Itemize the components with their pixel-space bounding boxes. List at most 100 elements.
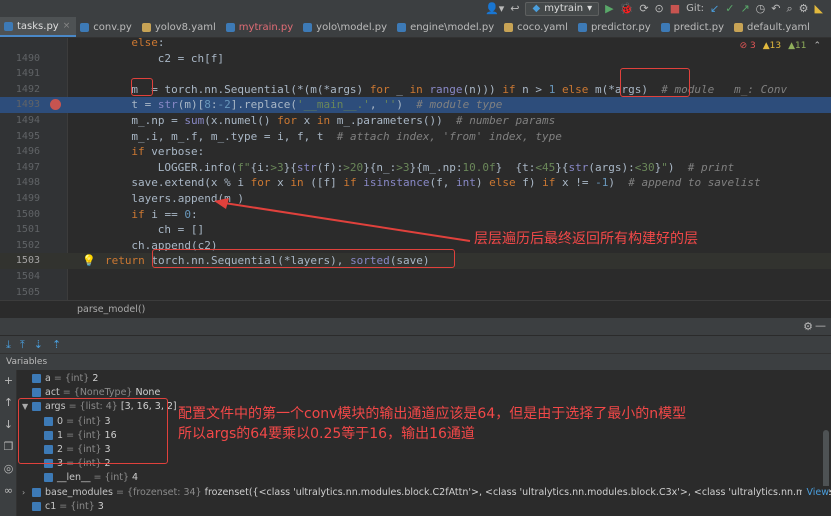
variable-type: = {int}: [56, 500, 98, 512]
variable-value: 3: [97, 500, 104, 512]
debug-icon[interactable]: 🐞: [620, 3, 634, 14]
expand-arrow-icon[interactable]: ›: [22, 486, 32, 500]
variable-row[interactable]: __len__ = {int} 4: [34, 471, 138, 485]
ide-window: 👤▾ ↩ ◆ mytrain ▾ ▶ 🐞 ⟳ ⊙ ■ Git: ↙ ✓ ↗ ◷ …: [0, 0, 831, 516]
line-number: [0, 38, 40, 51]
stop-icon[interactable]: ■: [670, 3, 680, 14]
breadcrumb[interactable]: parse_model(): [0, 300, 831, 318]
file-icon: [660, 22, 670, 32]
tab-label: default.yaml: [747, 21, 810, 33]
file-icon: [577, 22, 587, 32]
user-icon[interactable]: 👤▾: [485, 3, 504, 14]
editor-tab-bar: 👤▾ ↩ ◆ mytrain ▾ ▶ 🐞 ⟳ ⊙ ■ Git: ↙ ✓ ↗ ◷ …: [0, 0, 831, 38]
code-text: ch = []: [157, 223, 205, 237]
tab-label: yolo\model.py: [316, 21, 388, 33]
code-text: else:: [131, 38, 165, 49]
code-text: layers.append(m_): [131, 192, 244, 205]
step-into-icon[interactable]: ⤒: [20, 338, 25, 352]
code-line[interactable]: layers.append(m_): [0, 191, 831, 207]
variable-name: act: [45, 387, 60, 399]
copy-icon[interactable]: ❐: [0, 436, 17, 458]
code-text: m_.i, m_.f, m_.type = i, f, t # attach i…: [131, 129, 562, 143]
code-line[interactable]: save.extend(x % i for x in ([f] if isins…: [0, 175, 831, 191]
variable-icon: [32, 501, 41, 511]
chevron-down-icon: ▾: [587, 3, 593, 14]
minimize-icon[interactable]: —: [815, 319, 826, 332]
history-icon[interactable]: ◷: [756, 3, 766, 14]
tab-mytrain-py[interactable]: mytrain.py: [222, 17, 299, 37]
line-number: 1502: [15, 239, 40, 251]
lightbulb-icon[interactable]: 💡: [82, 254, 96, 267]
debug-toolbar: ⤓ ⤒ ⇣ ⇡: [0, 336, 831, 354]
step-over-icon[interactable]: ⤓: [6, 338, 11, 352]
profile-icon[interactable]: ⊙: [655, 3, 664, 14]
plugin-icon[interactable]: ◣: [815, 3, 823, 14]
code-line[interactable]: [0, 66, 831, 82]
code-line[interactable]: m_.i, m_.f, m_.type = i, f, t # attach i…: [0, 129, 831, 145]
variable-row[interactable]: c1 = {int} 3: [22, 500, 104, 514]
code-line[interactable]: m_.np = sum(x.numel() for x in m_.parame…: [0, 113, 831, 129]
file-icon: [734, 22, 744, 32]
code-line[interactable]: ch = []: [0, 222, 831, 238]
add-watch-icon[interactable]: +: [0, 370, 17, 392]
code-line[interactable]: [0, 269, 831, 285]
code-line[interactable]: LOGGER.info(f"{i:>3}{str(f):>20}{n_:>3}{…: [0, 160, 831, 176]
settings-icon[interactable]: ⚙: [803, 320, 813, 333]
variable-value: None: [135, 387, 161, 399]
variable-row[interactable]: › base_modules = {frozenset: 34} frozense…: [22, 486, 831, 500]
tab-tasks-py[interactable]: tasks.py ×: [0, 17, 77, 37]
highlight-box: [620, 68, 690, 97]
view-link[interactable]: View: [802, 485, 829, 500]
settings-icon[interactable]: ⚙: [799, 3, 809, 14]
tab-label: conv.py: [93, 21, 132, 33]
arrow-down-icon[interactable]: ↓: [0, 414, 17, 436]
file-icon: [225, 22, 235, 32]
code-text: LOGGER.info(f"{i:>3}{str(f):>20}{n_:>3}{…: [157, 160, 735, 174]
back-arrow-icon[interactable]: ↩: [510, 3, 519, 14]
debug-sidebar: + ↑ ↓ ❐ ◎ ∞: [0, 370, 17, 516]
tab-predict-py[interactable]: predict.py: [657, 17, 730, 37]
tab-yolov8-yaml[interactable]: yolov8.yaml: [138, 17, 222, 37]
file-icon: [397, 22, 407, 32]
code-text: save.extend(x % i for x in ([f] if isins…: [131, 176, 761, 190]
rollback-icon[interactable]: ↶: [771, 3, 780, 14]
tab-conv-py[interactable]: conv.py: [76, 17, 138, 37]
git-commit-icon[interactable]: ✓: [725, 3, 734, 14]
run-to-cursor-icon[interactable]: ⇡: [52, 338, 61, 351]
code-line[interactable]: [0, 285, 831, 300]
variable-icon: [44, 473, 53, 483]
tab-coco-yaml[interactable]: coco.yaml: [500, 17, 574, 37]
code-text: t = str(m)[8:-2].replace('__main__.', ''…: [131, 98, 503, 112]
python-icon: ◆: [532, 3, 541, 14]
close-icon[interactable]: ×: [63, 21, 71, 31]
code-line[interactable]: m_ = torch.nn.Sequential(*(m(*args) for …: [0, 82, 831, 98]
tab-list: tasks.py × conv.py yolov8.yaml mytrain.py yol…: [0, 17, 816, 37]
git-update-icon[interactable]: ↙: [710, 3, 719, 14]
code-line[interactable]: if i == 0:: [0, 207, 831, 223]
top-toolbar: 👤▾ ↩ ◆ mytrain ▾ ▶ 🐞 ⟳ ⊙ ■ Git: ↙ ✓ ↗ ◷ …: [485, 0, 831, 17]
tab-label: mytrain.py: [238, 21, 294, 33]
code-line[interactable]: if verbose:: [0, 144, 831, 160]
variable-row[interactable]: a = {int} 2: [22, 372, 98, 386]
variable-icon: [32, 374, 41, 383]
git-label: Git:: [686, 3, 704, 14]
filter-icon[interactable]: ◎: [0, 458, 17, 480]
glasses-icon[interactable]: ∞: [0, 480, 17, 502]
search-icon[interactable]: ⌕: [786, 3, 792, 14]
code-line[interactable]: t = str(m)[8:-2].replace('__main__.', ''…: [0, 97, 831, 113]
run-icon[interactable]: ▶: [605, 3, 613, 14]
tab-yolo-model-py[interactable]: yolo\model.py: [299, 17, 393, 37]
tab-default-yaml[interactable]: default.yaml: [730, 17, 816, 37]
run-config-select[interactable]: ◆ mytrain ▾: [525, 1, 600, 16]
code-line[interactable]: else:: [0, 38, 831, 51]
arrow-up-icon[interactable]: ↑: [0, 392, 17, 414]
git-push-icon[interactable]: ↗: [740, 3, 749, 14]
file-icon: [504, 22, 514, 32]
scrollbar[interactable]: [823, 430, 829, 490]
coverage-icon[interactable]: ⟳: [639, 3, 648, 14]
code-line[interactable]: c2 = ch[f]: [0, 51, 831, 67]
tab-predictor-py[interactable]: predictor.py: [574, 17, 657, 37]
highlight-box: [131, 78, 153, 96]
tab-engine-model-py[interactable]: engine\model.py: [393, 17, 500, 37]
step-out-icon[interactable]: ⇣: [34, 338, 43, 351]
